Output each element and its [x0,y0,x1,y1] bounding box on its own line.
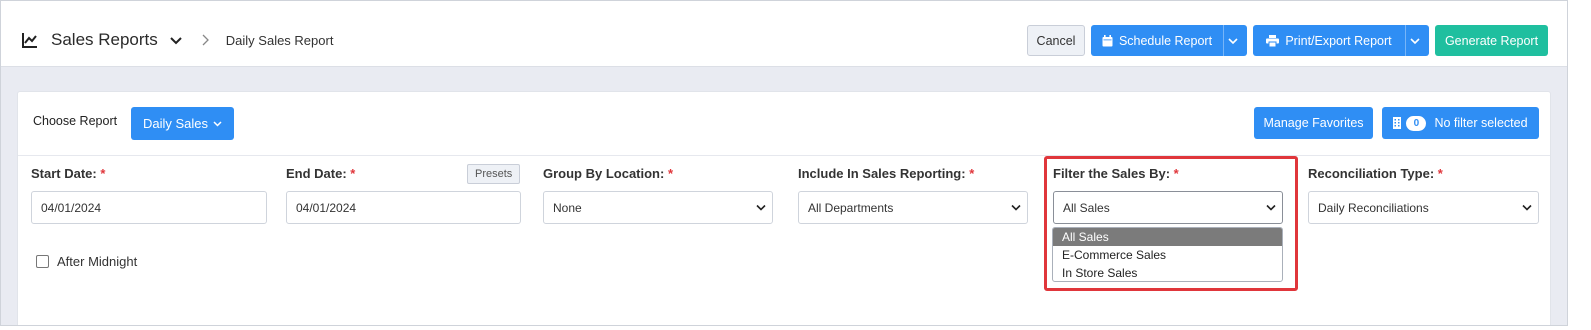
choose-report-dropdown[interactable]: Daily Sales [131,107,234,140]
printer-icon [1266,34,1280,47]
chevron-down-icon [1011,204,1021,211]
report-filters-card: Choose Report Daily Sales Manage Favorit… [17,91,1551,325]
filter-sales-value: All Sales [1063,200,1110,215]
include-value: All Departments [808,200,894,215]
filter-sales-by-field: Filter the Sales By: * All Sales [1053,166,1283,224]
include-label-text: Include In Sales Reporting: [798,166,966,181]
reconciliation-type-field: Reconciliation Type: * Daily Reconciliat… [1308,166,1539,224]
end-date-input[interactable]: 04/01/2024 [286,191,521,224]
group-by-location-label: Group By Location: * [543,166,773,184]
calendar-icon [1102,34,1113,46]
filter-sales-by-select[interactable]: All Sales [1053,191,1283,224]
chevron-down-icon [1522,204,1532,211]
start-date-input[interactable]: 04/01/2024 [31,191,267,224]
chevron-down-icon [213,121,222,127]
page-header: Sales Reports Daily Sales Report Cancel … [1,1,1567,67]
required-marker: * [969,166,975,181]
choose-report-label: Choose Report [33,114,118,128]
schedule-report-label: Schedule Report [1118,33,1213,48]
filter-sales-by-label: Filter the Sales By: * [1053,166,1283,184]
end-date-label-text: End Date: [286,166,347,181]
include-in-sales-field: Include In Sales Reporting: * All Depart… [798,166,1028,224]
report-toolbar: Choose Report Daily Sales Manage Favorit… [18,92,1550,156]
schedule-report-split: Schedule Report [1091,25,1247,56]
presets-button[interactable]: Presets [467,164,521,184]
option-in-store-sales[interactable]: In Store Sales [1053,264,1282,281]
group-by-label-text: Group By Location: [543,166,665,181]
group-by-value: None [553,200,582,215]
chevron-right-icon [202,34,209,46]
chevron-down-icon [1227,37,1238,44]
breadcrumb: Daily Sales Report [225,32,334,48]
start-date-label: Start Date: * [31,166,267,184]
header-title-group: Sales Reports Daily Sales Report [21,1,333,79]
reconciliation-type-select[interactable]: Daily Reconciliations [1308,191,1539,224]
page-title: Sales Reports [51,30,158,49]
after-midnight-label: After Midnight [57,254,138,269]
chevron-down-icon [1409,37,1420,44]
schedule-report-button[interactable]: Schedule Report [1091,25,1223,56]
header-actions: Cancel Schedule Report Print/Export Repo… [1027,25,1548,56]
required-marker: * [1437,166,1443,181]
group-by-location-select[interactable]: None [543,191,773,224]
print-dropdown-toggle[interactable] [1405,25,1429,56]
cancel-button[interactable]: Cancel [1027,25,1085,56]
manage-favorites-button[interactable]: Manage Favorites [1254,107,1373,139]
building-icon [1393,117,1402,129]
chart-line-icon [22,33,37,48]
print-export-button[interactable]: Print/Export Report [1253,25,1405,56]
option-ecommerce-sales[interactable]: E-Commerce Sales [1053,246,1282,264]
chevron-down-icon [756,204,766,211]
after-midnight-checkbox[interactable] [36,255,49,268]
end-date-field: End Date: * Presets 04/01/2024 [286,164,522,224]
chevron-down-icon[interactable] [168,32,184,48]
reconciliation-type-label: Reconciliation Type: * [1308,166,1539,184]
filter-selection-button[interactable]: 0 No filter selected [1382,107,1539,139]
filter-sales-label-text: Filter the Sales By: [1053,166,1171,181]
start-date-label-text: Start Date: [31,166,97,181]
required-marker: * [1173,166,1179,181]
filter-count-badge: 0 [1406,115,1427,131]
print-export-label: Print/Export Report [1285,33,1392,48]
start-date-field: Start Date: * 04/01/2024 [31,166,267,224]
include-in-sales-select[interactable]: All Departments [798,191,1028,224]
choose-report-value: Daily Sales [142,116,209,131]
reconciliation-value: Daily Reconciliations [1318,200,1429,215]
filter-status-text: No filter selected [1434,116,1528,130]
print-export-split: Print/Export Report [1253,25,1429,56]
include-in-sales-label: Include In Sales Reporting: * [798,166,1028,184]
generate-report-button[interactable]: Generate Report [1435,25,1548,56]
group-by-location-field: Group By Location: * None [543,166,773,224]
required-marker: * [667,166,674,181]
app-frame: Sales Reports Daily Sales Report Cancel … [0,0,1568,326]
reconciliation-label-text: Reconciliation Type: [1308,166,1435,181]
after-midnight-option[interactable]: After Midnight [36,254,137,269]
schedule-dropdown-toggle[interactable] [1223,25,1247,56]
option-all-sales[interactable]: All Sales [1053,228,1282,246]
required-marker: * [350,166,356,181]
chevron-down-icon [1266,204,1276,211]
required-marker: * [100,166,106,181]
filter-sales-options-list: All Sales E-Commerce Sales In Store Sale… [1052,227,1283,282]
